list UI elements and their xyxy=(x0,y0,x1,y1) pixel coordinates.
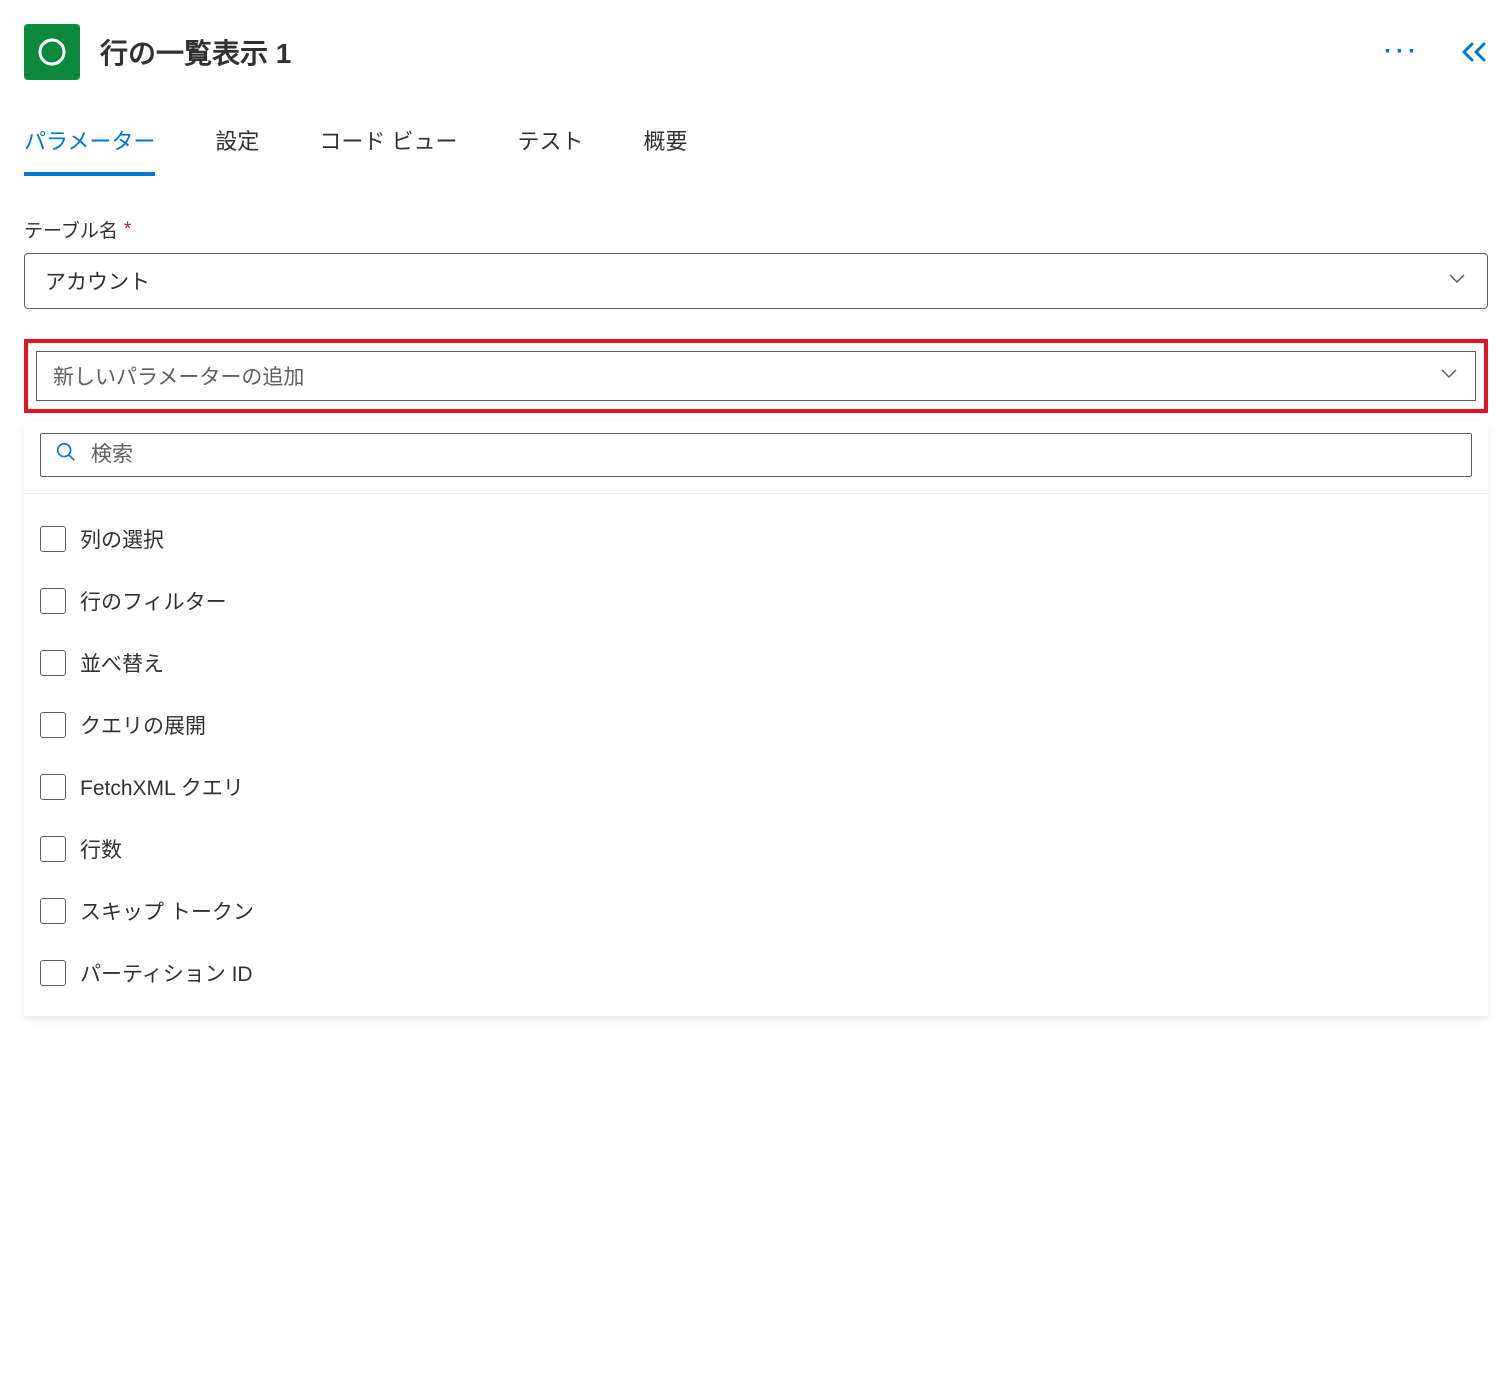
parameter-dropdown-panel: 列の選択 行のフィルター 並べ替え クエリの展開 FetchXML クエリ 行数… xyxy=(24,421,1488,1016)
required-indicator: * xyxy=(124,219,131,241)
tab-code-view[interactable]: コード ビュー xyxy=(319,124,457,176)
option-label: 行のフィルター xyxy=(80,586,227,616)
table-name-label: テーブル名 * xyxy=(24,216,1488,243)
chevron-down-icon xyxy=(1447,268,1467,294)
tab-bar: パラメーター 設定 コード ビュー テスト 概要 xyxy=(0,104,1512,176)
option-label: FetchXML クエリ xyxy=(80,772,244,802)
option-sort-by[interactable]: 並べ替え xyxy=(40,632,1472,694)
checkbox[interactable] xyxy=(40,650,66,676)
option-label: 行数 xyxy=(80,834,122,864)
tab-parameters[interactable]: パラメーター xyxy=(24,124,155,176)
connector-icon xyxy=(24,24,80,80)
checkbox[interactable] xyxy=(40,774,66,800)
search-box[interactable] xyxy=(40,433,1472,477)
add-parameter-highlight: 新しいパラメーターの追加 xyxy=(24,339,1488,413)
header-actions: ··· xyxy=(1384,38,1488,66)
search-icon xyxy=(55,441,77,469)
add-parameter-placeholder: 新しいパラメーターの追加 xyxy=(53,361,304,391)
option-label: 列の選択 xyxy=(80,524,164,554)
option-label: パーティション ID xyxy=(80,958,253,988)
tab-test[interactable]: テスト xyxy=(517,124,583,176)
option-expand-query[interactable]: クエリの展開 xyxy=(40,694,1472,756)
panel-title: 行の一覧表示 1 xyxy=(100,32,1364,72)
checkbox[interactable] xyxy=(40,712,66,738)
option-fetchxml-query[interactable]: FetchXML クエリ xyxy=(40,756,1472,818)
option-label: スキップ トークン xyxy=(80,896,254,926)
option-row-count[interactable]: 行数 xyxy=(40,818,1472,880)
tab-settings[interactable]: 設定 xyxy=(215,124,259,176)
table-name-label-text: テーブル名 xyxy=(24,216,118,243)
panel-header: 行の一覧表示 1 ··· xyxy=(0,0,1512,104)
checkbox[interactable] xyxy=(40,588,66,614)
search-wrapper xyxy=(24,421,1488,494)
parameter-option-list: 列の選択 行のフィルター 並べ替え クエリの展開 FetchXML クエリ 行数… xyxy=(24,494,1488,1004)
checkbox[interactable] xyxy=(40,526,66,552)
option-select-columns[interactable]: 列の選択 xyxy=(40,508,1472,570)
table-name-value: アカウント xyxy=(45,266,150,296)
collapse-panel-icon[interactable] xyxy=(1460,40,1488,64)
tab-about[interactable]: 概要 xyxy=(644,124,688,176)
checkbox[interactable] xyxy=(40,960,66,986)
field-table-name: テーブル名 * アカウント xyxy=(24,216,1488,309)
search-input[interactable] xyxy=(91,443,1457,467)
table-name-select[interactable]: アカウント xyxy=(24,253,1488,309)
parameters-content: テーブル名 * アカウント 新しいパラメーターの追加 xyxy=(0,176,1512,413)
chevron-down-icon xyxy=(1439,363,1459,389)
option-skip-token[interactable]: スキップ トークン xyxy=(40,880,1472,942)
option-partition-id[interactable]: パーティション ID xyxy=(40,942,1472,1004)
add-parameter-dropdown[interactable]: 新しいパラメーターの追加 xyxy=(36,351,1476,401)
more-menu-icon[interactable]: ··· xyxy=(1384,38,1420,66)
checkbox[interactable] xyxy=(40,836,66,862)
option-label: クエリの展開 xyxy=(80,710,206,740)
option-filter-rows[interactable]: 行のフィルター xyxy=(40,570,1472,632)
option-label: 並べ替え xyxy=(80,648,164,678)
checkbox[interactable] xyxy=(40,898,66,924)
